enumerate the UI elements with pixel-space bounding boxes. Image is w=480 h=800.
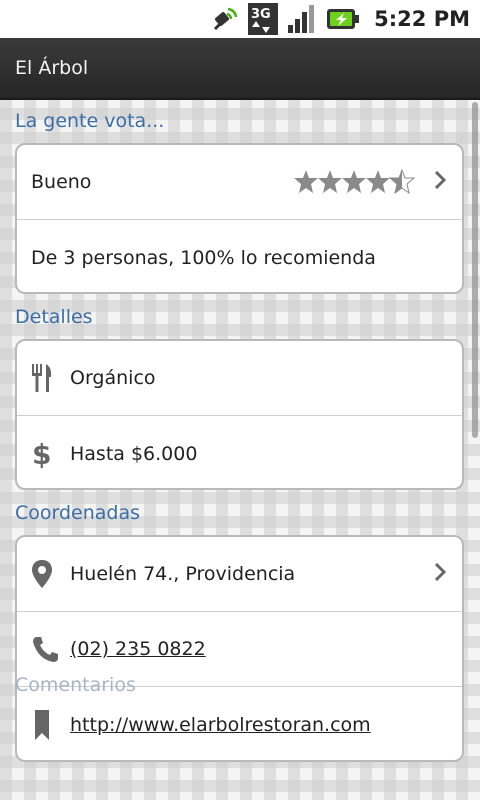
rating-stars (294, 169, 416, 195)
star-icon (366, 170, 390, 193)
address-row[interactable]: Huelén 74., Providencia (17, 537, 462, 612)
star-icon (342, 170, 366, 193)
price-row: $ Hasta $6.000 (17, 416, 462, 488)
title-bar: El Árbol (0, 38, 480, 100)
fork-knife-icon (31, 341, 53, 415)
phone-link[interactable]: (02) 235 0822 (70, 638, 206, 660)
details-card: Orgánico $ Hasta $6.000 (15, 339, 464, 490)
price-label: Hasta $6.000 (70, 442, 198, 465)
details-section-header: Detalles (15, 306, 93, 328)
signal-icon (286, 4, 318, 34)
scrollbar[interactable] (472, 102, 478, 438)
half-star-icon (388, 169, 416, 195)
star-icon (318, 170, 342, 193)
dollar-icon: $ (31, 416, 53, 488)
star-icon (294, 170, 318, 193)
chevron-right-icon (434, 170, 447, 194)
status-bar: 3G 5:22 PM (0, 0, 480, 38)
satellite-icon (210, 4, 240, 34)
website-link[interactable]: http://www.elarbolrestoran.com (70, 714, 371, 736)
chevron-right-icon (434, 562, 447, 586)
clock: 5:22 PM (374, 7, 470, 31)
network-type-label: 3G (251, 7, 271, 22)
votes-card: Bueno De 3 personas, 100% lo recomienda (15, 143, 464, 294)
rating-label: Bueno (31, 171, 92, 193)
cuisine-row: Orgánico (17, 341, 462, 416)
coordinates-card: Huelén 74., Providencia (02) 235 0822 ht… (15, 535, 464, 762)
recommendation-summary: De 3 personas, 100% lo recomienda (31, 246, 376, 269)
location-pin-icon (31, 537, 53, 611)
website-row[interactable]: http://www.elarbolrestoran.com (17, 687, 462, 760)
recommendation-row: De 3 personas, 100% lo recomienda (17, 220, 462, 292)
page-title: El Árbol (15, 57, 89, 79)
bookmark-icon (31, 687, 53, 760)
svg-text:$: $ (32, 439, 51, 469)
votes-section-header: La gente vota... (15, 110, 165, 132)
coordinates-section-header: Coordenadas (15, 502, 141, 524)
address-label: Huelén 74., Providencia (70, 563, 296, 585)
3g-data-icon: 3G (248, 3, 279, 35)
rating-row[interactable]: Bueno (17, 145, 462, 220)
cuisine-label: Orgánico (70, 367, 156, 389)
comments-section-header: Comentarios (15, 674, 136, 696)
status-icons: 3G 5:22 PM (210, 0, 470, 38)
battery-charging-icon (326, 7, 360, 31)
